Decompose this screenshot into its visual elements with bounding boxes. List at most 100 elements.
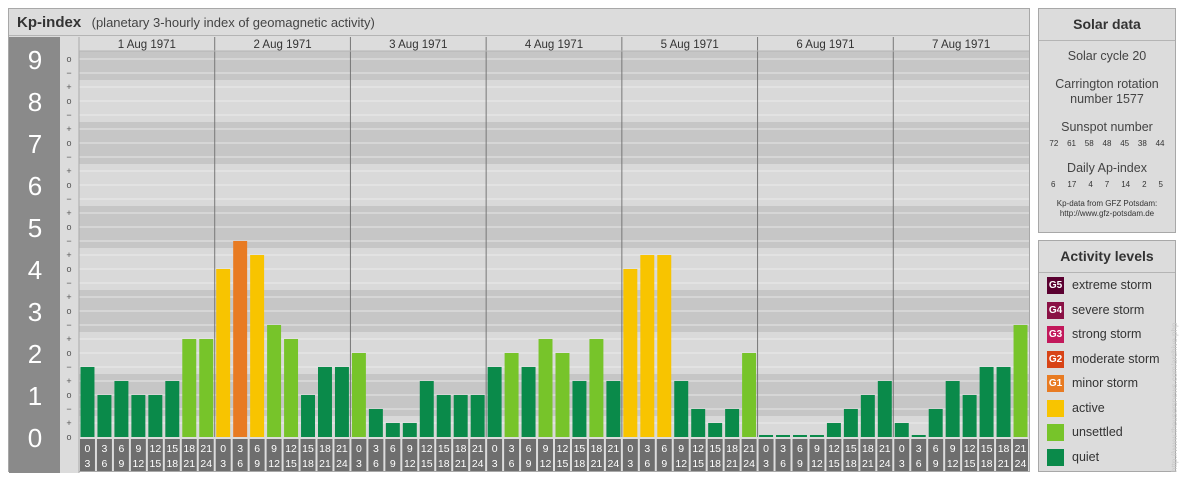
hour-label-start: 12 bbox=[149, 443, 161, 455]
y-minor-tick: − bbox=[66, 68, 71, 78]
day-label: 3 Aug 1971 bbox=[389, 39, 447, 51]
kp-bar bbox=[487, 366, 502, 437]
hour-label-end: 21 bbox=[455, 458, 467, 470]
kp-bar bbox=[742, 353, 757, 437]
hour-label-end: 12 bbox=[947, 458, 959, 470]
kp-chart-panel: Kp-index (planetary 3-hourly index of ge… bbox=[8, 8, 1030, 473]
y-tick-label: 3 bbox=[28, 297, 42, 327]
kp-bar bbox=[572, 381, 587, 437]
hour-label-start: 0 bbox=[356, 443, 362, 455]
sunspot-number-value: 44 bbox=[1155, 139, 1165, 148]
hour-label-start: 15 bbox=[981, 443, 993, 455]
hour-label-start: 6 bbox=[118, 443, 124, 455]
day-label: 1 Aug 1971 bbox=[118, 39, 176, 51]
kp-bar bbox=[691, 408, 706, 437]
hour-label-start: 6 bbox=[661, 443, 667, 455]
hour-label-start: 18 bbox=[591, 443, 603, 455]
kp-bar bbox=[368, 408, 383, 437]
hour-label-end: 15 bbox=[692, 458, 704, 470]
hour-label-end: 18 bbox=[438, 458, 450, 470]
hour-label-start: 6 bbox=[797, 443, 803, 455]
hour-label-start: 21 bbox=[608, 443, 620, 455]
sunspot-number-value: 72 bbox=[1049, 139, 1059, 148]
hour-label-end: 12 bbox=[811, 458, 823, 470]
kp-bar bbox=[826, 423, 841, 437]
activity-level-swatch bbox=[1047, 448, 1064, 466]
y-minor-tick: − bbox=[66, 152, 71, 162]
y-minor-tick: − bbox=[66, 110, 71, 120]
kp-bar bbox=[182, 339, 197, 437]
y-minor-tick: o bbox=[66, 96, 71, 106]
daily-ap-value: 7 bbox=[1104, 180, 1110, 189]
hour-label-end: 15 bbox=[285, 458, 297, 470]
daily-ap-value: 4 bbox=[1088, 180, 1093, 189]
kp-bar bbox=[267, 324, 282, 437]
hour-label-end: 3 bbox=[356, 458, 362, 470]
sunspot-number-values: 72 61 58 48 45 38 44 bbox=[1039, 139, 1175, 148]
hour-label-end: 24 bbox=[200, 458, 212, 470]
hour-label-end: 21 bbox=[319, 458, 331, 470]
y-minor-tick: o bbox=[66, 390, 71, 400]
kp-bar bbox=[674, 381, 689, 437]
hour-label-start: 15 bbox=[709, 443, 721, 455]
hour-label-end: 12 bbox=[404, 458, 416, 470]
kp-data-credit-url: http://www.gfz-potsdam.de bbox=[1059, 209, 1155, 218]
hour-label-end: 21 bbox=[591, 458, 603, 470]
hour-label-end: 24 bbox=[336, 458, 348, 470]
kp-bar bbox=[725, 408, 740, 437]
hour-label-end: 21 bbox=[862, 458, 874, 470]
hour-label-end: 6 bbox=[916, 458, 922, 470]
day-label: 4 Aug 1971 bbox=[525, 39, 583, 51]
hour-label-start: 3 bbox=[780, 443, 786, 455]
y-minor-tick: o bbox=[66, 432, 71, 442]
hour-label-end: 3 bbox=[763, 458, 769, 470]
y-minor-tick: + bbox=[66, 376, 71, 386]
y-minor-tick: o bbox=[66, 180, 71, 190]
solar-data-title: Solar data bbox=[1039, 9, 1175, 41]
hour-label-end: 3 bbox=[492, 458, 498, 470]
hour-label-start: 6 bbox=[526, 443, 532, 455]
solar-cycle: Solar cycle 20 bbox=[1067, 49, 1147, 63]
hour-label-end: 24 bbox=[879, 458, 891, 470]
kp-bar bbox=[470, 395, 485, 437]
daily-ap-value: 6 bbox=[1050, 180, 1056, 189]
hour-label-end: 24 bbox=[608, 458, 620, 470]
hour-label-end: 15 bbox=[149, 458, 161, 470]
y-minor-tick: − bbox=[66, 278, 71, 288]
kp-bar bbox=[911, 435, 926, 437]
y-tick-label: 2 bbox=[28, 339, 42, 369]
hour-label-start: 0 bbox=[85, 443, 91, 455]
hour-label-end: 24 bbox=[743, 458, 755, 470]
hour-label-start: 12 bbox=[557, 443, 569, 455]
y-tick-label: 7 bbox=[28, 129, 42, 159]
kp-bar bbox=[589, 339, 604, 437]
kp-bar bbox=[877, 381, 892, 437]
hour-label-start: 3 bbox=[916, 443, 922, 455]
hour-label-end: 9 bbox=[118, 458, 124, 470]
daily-ap-value: 14 bbox=[1121, 180, 1131, 189]
hour-label-start: 21 bbox=[336, 443, 348, 455]
hour-label-end: 12 bbox=[540, 458, 552, 470]
kp-bar bbox=[996, 366, 1011, 437]
hour-label-start: 6 bbox=[933, 443, 939, 455]
daily-ap-value: 2 bbox=[1142, 180, 1147, 189]
y-minor-tick: o bbox=[66, 264, 71, 274]
hour-label-start: 3 bbox=[644, 443, 650, 455]
hour-label-end: 9 bbox=[661, 458, 667, 470]
kp-bar bbox=[606, 381, 621, 437]
hour-label-start: 18 bbox=[319, 443, 331, 455]
kp-bar bbox=[301, 395, 315, 437]
hour-label-end: 15 bbox=[557, 458, 569, 470]
sunspot-number-value: 38 bbox=[1137, 139, 1147, 148]
hour-label-start: 12 bbox=[285, 443, 297, 455]
kp-bar bbox=[402, 423, 417, 437]
kp-bar bbox=[640, 255, 655, 437]
hour-label-start: 9 bbox=[135, 443, 141, 455]
kp-bar bbox=[233, 240, 248, 437]
hour-label-start: 3 bbox=[237, 443, 243, 455]
kp-bar bbox=[385, 423, 400, 437]
sunspot-number-value: 45 bbox=[1120, 139, 1130, 148]
kp-bar bbox=[284, 339, 299, 437]
hour-label-start: 9 bbox=[814, 443, 820, 455]
y-minor-tick: o bbox=[66, 306, 71, 316]
